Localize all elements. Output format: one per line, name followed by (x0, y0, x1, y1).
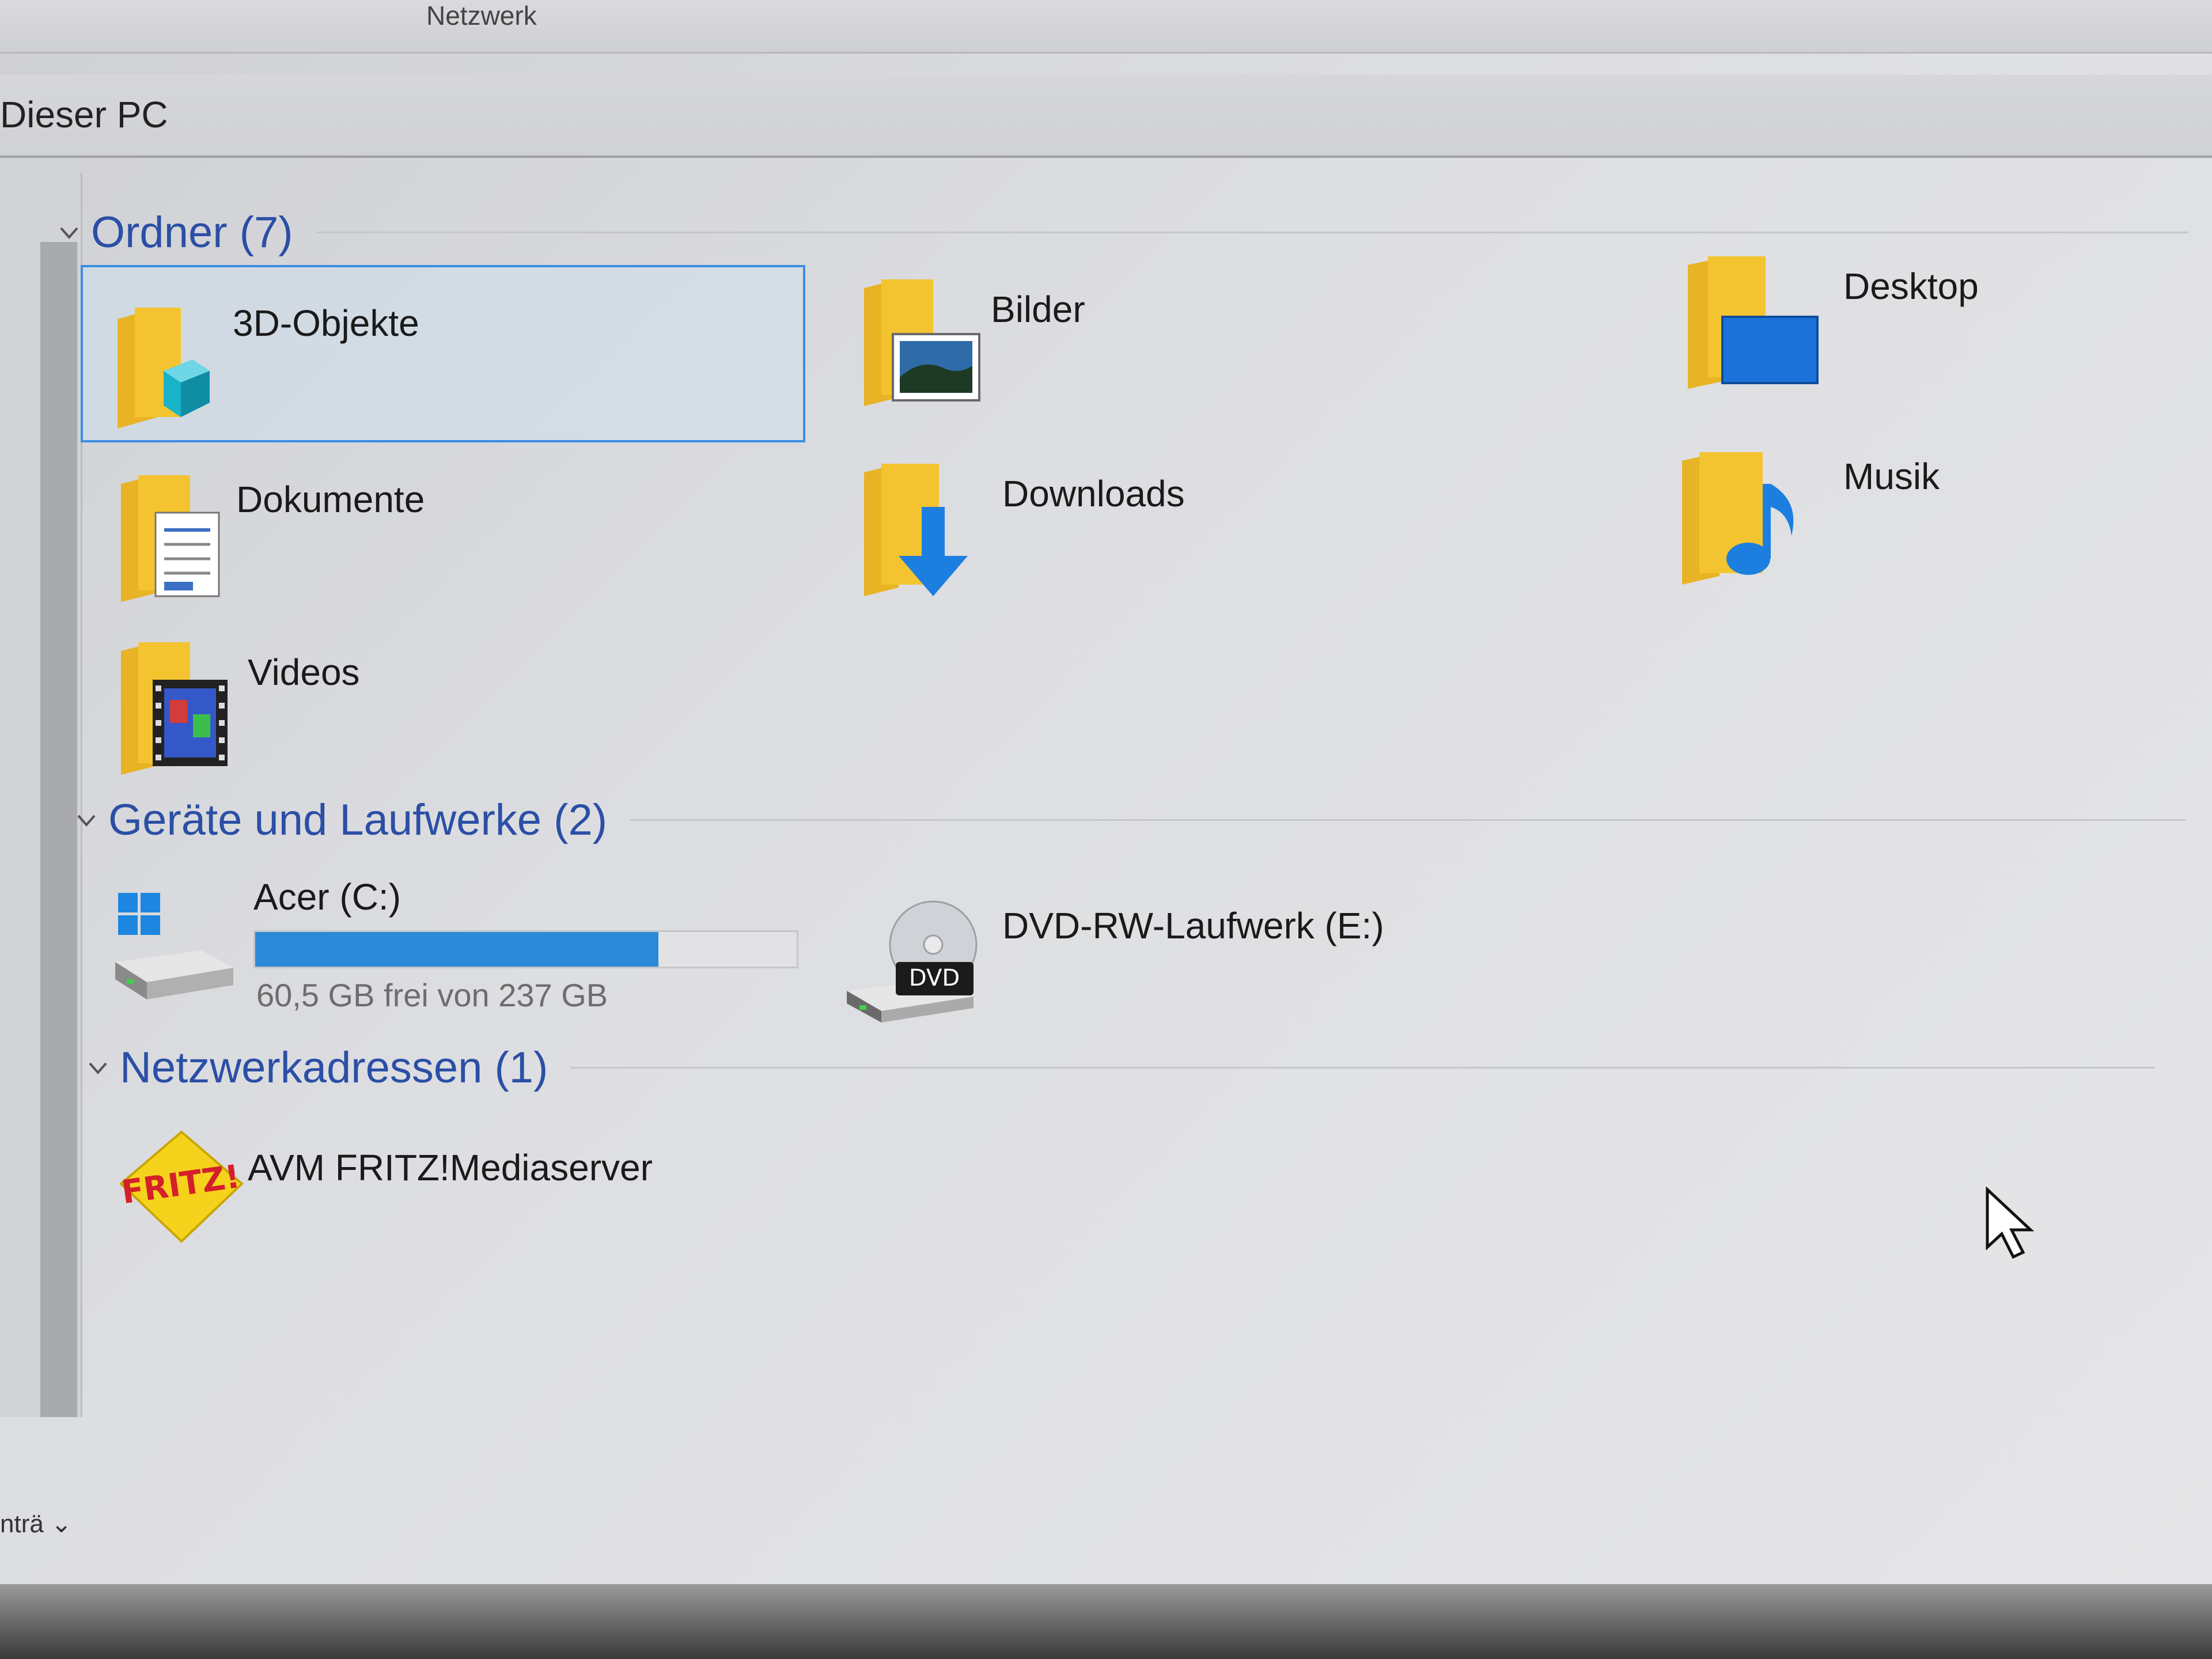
windows-drive-icon (115, 893, 233, 999)
documents-folder-icon (121, 475, 220, 602)
group-title: Geräte und Laufwerke (2) (108, 796, 608, 844)
group-divider (571, 1067, 2156, 1069)
screen-bottom-bezel (0, 1584, 2212, 1659)
group-title: Netzwerkadressen (1) (120, 1043, 548, 1092)
desktop-folder-icon (1688, 256, 1819, 389)
folder-label: Downloads (1002, 473, 1185, 514)
pictures-folder-icon (864, 279, 980, 406)
folder-label: Desktop (1843, 266, 1979, 307)
chevron-down-icon (89, 1062, 107, 1074)
content-area: Ordner (7) 3D-Objekte Bilder Desktop Dok… (60, 173, 2212, 1584)
chevron-down-icon (60, 227, 78, 239)
folder-label: 3D-Objekte (233, 302, 419, 344)
folder-label: Videos (248, 652, 360, 693)
network-tab-text[interactable]: Netzwerk (426, 0, 537, 31)
downloads-folder-icon (864, 464, 968, 596)
drive-label: Acer (C:) (253, 876, 401, 918)
folder-pictures[interactable]: Bilder (841, 253, 1417, 421)
nav-bottom-item[interactable]: nträ ⌄ (0, 1509, 72, 1539)
network-label: AVM FRITZ!Mediaserver (248, 1147, 653, 1188)
fritz-media-server-icon: FRITZ! (119, 1130, 244, 1243)
group-divider (316, 232, 2188, 233)
chevron-down-icon: ⌄ (51, 1510, 72, 1538)
chevron-down-icon (77, 815, 96, 827)
group-header-network[interactable]: Netzwerkadressen (1) (86, 1043, 2156, 1093)
group-divider (630, 819, 2186, 821)
folder-label: Musik (1843, 456, 1940, 497)
address-bar[interactable]: Dieser PC (0, 75, 2212, 158)
drive-usage-fill (255, 932, 659, 967)
folder-3d-objects[interactable]: 3D-Objekte (81, 265, 805, 442)
folder-label: Bilder (991, 289, 1085, 330)
fritz-logo-text: FRITZ! (119, 1158, 243, 1211)
folder-downloads[interactable]: Downloads (847, 444, 1423, 611)
dvd-badge: DVD (909, 965, 960, 991)
mouse-cursor-icon (1986, 1187, 2035, 1259)
folder-documents[interactable]: Dokumente (92, 455, 783, 616)
group-title: Ordner (7) (91, 208, 293, 257)
drive-free-space: 60,5 GB frei von 237 GB (256, 977, 608, 1013)
title-bar: Netzwerk (0, 0, 2212, 54)
music-folder-icon (1682, 452, 1794, 585)
dvd-drive-icon: DVD (847, 900, 978, 1022)
drive-usage-bar (253, 930, 798, 968)
network-fritz-mediaserver[interactable]: FRITZ! AVM FRITZ!Mediaserver (104, 1118, 795, 1267)
3d-objects-folder-icon (118, 308, 210, 429)
folder-music[interactable]: Musik (1671, 432, 2189, 605)
folder-desktop[interactable]: Desktop (1671, 236, 2189, 403)
group-header-devices[interactable]: Geräte und Laufwerke (2) (75, 795, 2186, 845)
folder-videos[interactable]: Videos (92, 628, 783, 789)
drive-label: DVD-RW-Laufwerk (E:) (1002, 905, 1384, 946)
videos-folder-icon (121, 642, 228, 775)
folder-label: Dokumente (236, 479, 425, 520)
nav-scrollbar[interactable] (40, 242, 77, 1417)
address-path[interactable]: Dieser PC (0, 93, 168, 136)
